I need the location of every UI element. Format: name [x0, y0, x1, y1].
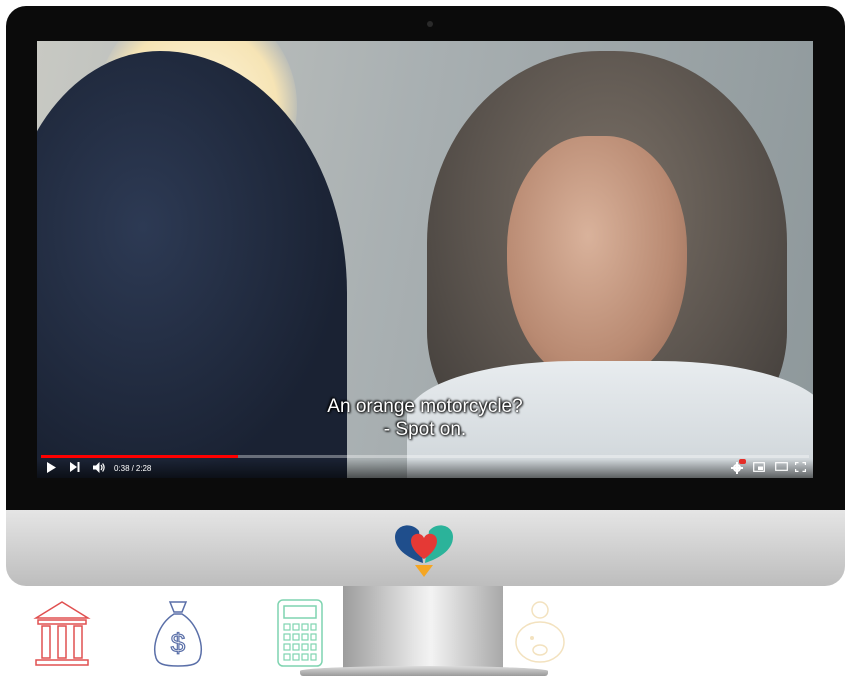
subtitles: An orange motorcycle? - Spot on.	[37, 395, 813, 441]
subtitle-line-2: - Spot on.	[383, 419, 467, 440]
settings-icon[interactable]	[731, 459, 746, 478]
video-player[interactable]: An orange motorcycle? - Spot on. 0:38/2:…	[37, 41, 813, 478]
progress-bar[interactable]	[41, 455, 809, 458]
miniplayer-icon[interactable]	[753, 462, 765, 476]
brand-heart-logo	[395, 525, 453, 577]
svg-text:$: $	[171, 628, 186, 658]
camera-icon	[427, 21, 433, 27]
player-controls: 0:38/2:28	[37, 459, 813, 478]
duration: 2:28	[135, 464, 152, 473]
piggy-bank-icon	[515, 601, 565, 663]
skip-next-icon[interactable]	[70, 462, 80, 476]
money-bag-icon: $	[154, 601, 202, 667]
volume-icon[interactable]	[93, 462, 106, 477]
fullscreen-icon[interactable]	[795, 462, 806, 476]
calculator-icon	[277, 599, 323, 667]
time-display: 0:38/2:28	[114, 463, 151, 474]
current-time: 0:38	[114, 464, 130, 473]
play-icon[interactable]	[47, 462, 56, 477]
person-face	[507, 136, 687, 386]
theater-mode-icon[interactable]	[775, 462, 788, 475]
progress-bar-played	[41, 455, 239, 458]
subtitle-line-1: An orange motorcycle?	[327, 396, 523, 417]
bank-icon	[33, 601, 91, 666]
hd-badge-icon	[739, 459, 746, 464]
monitor-stand	[343, 586, 503, 672]
